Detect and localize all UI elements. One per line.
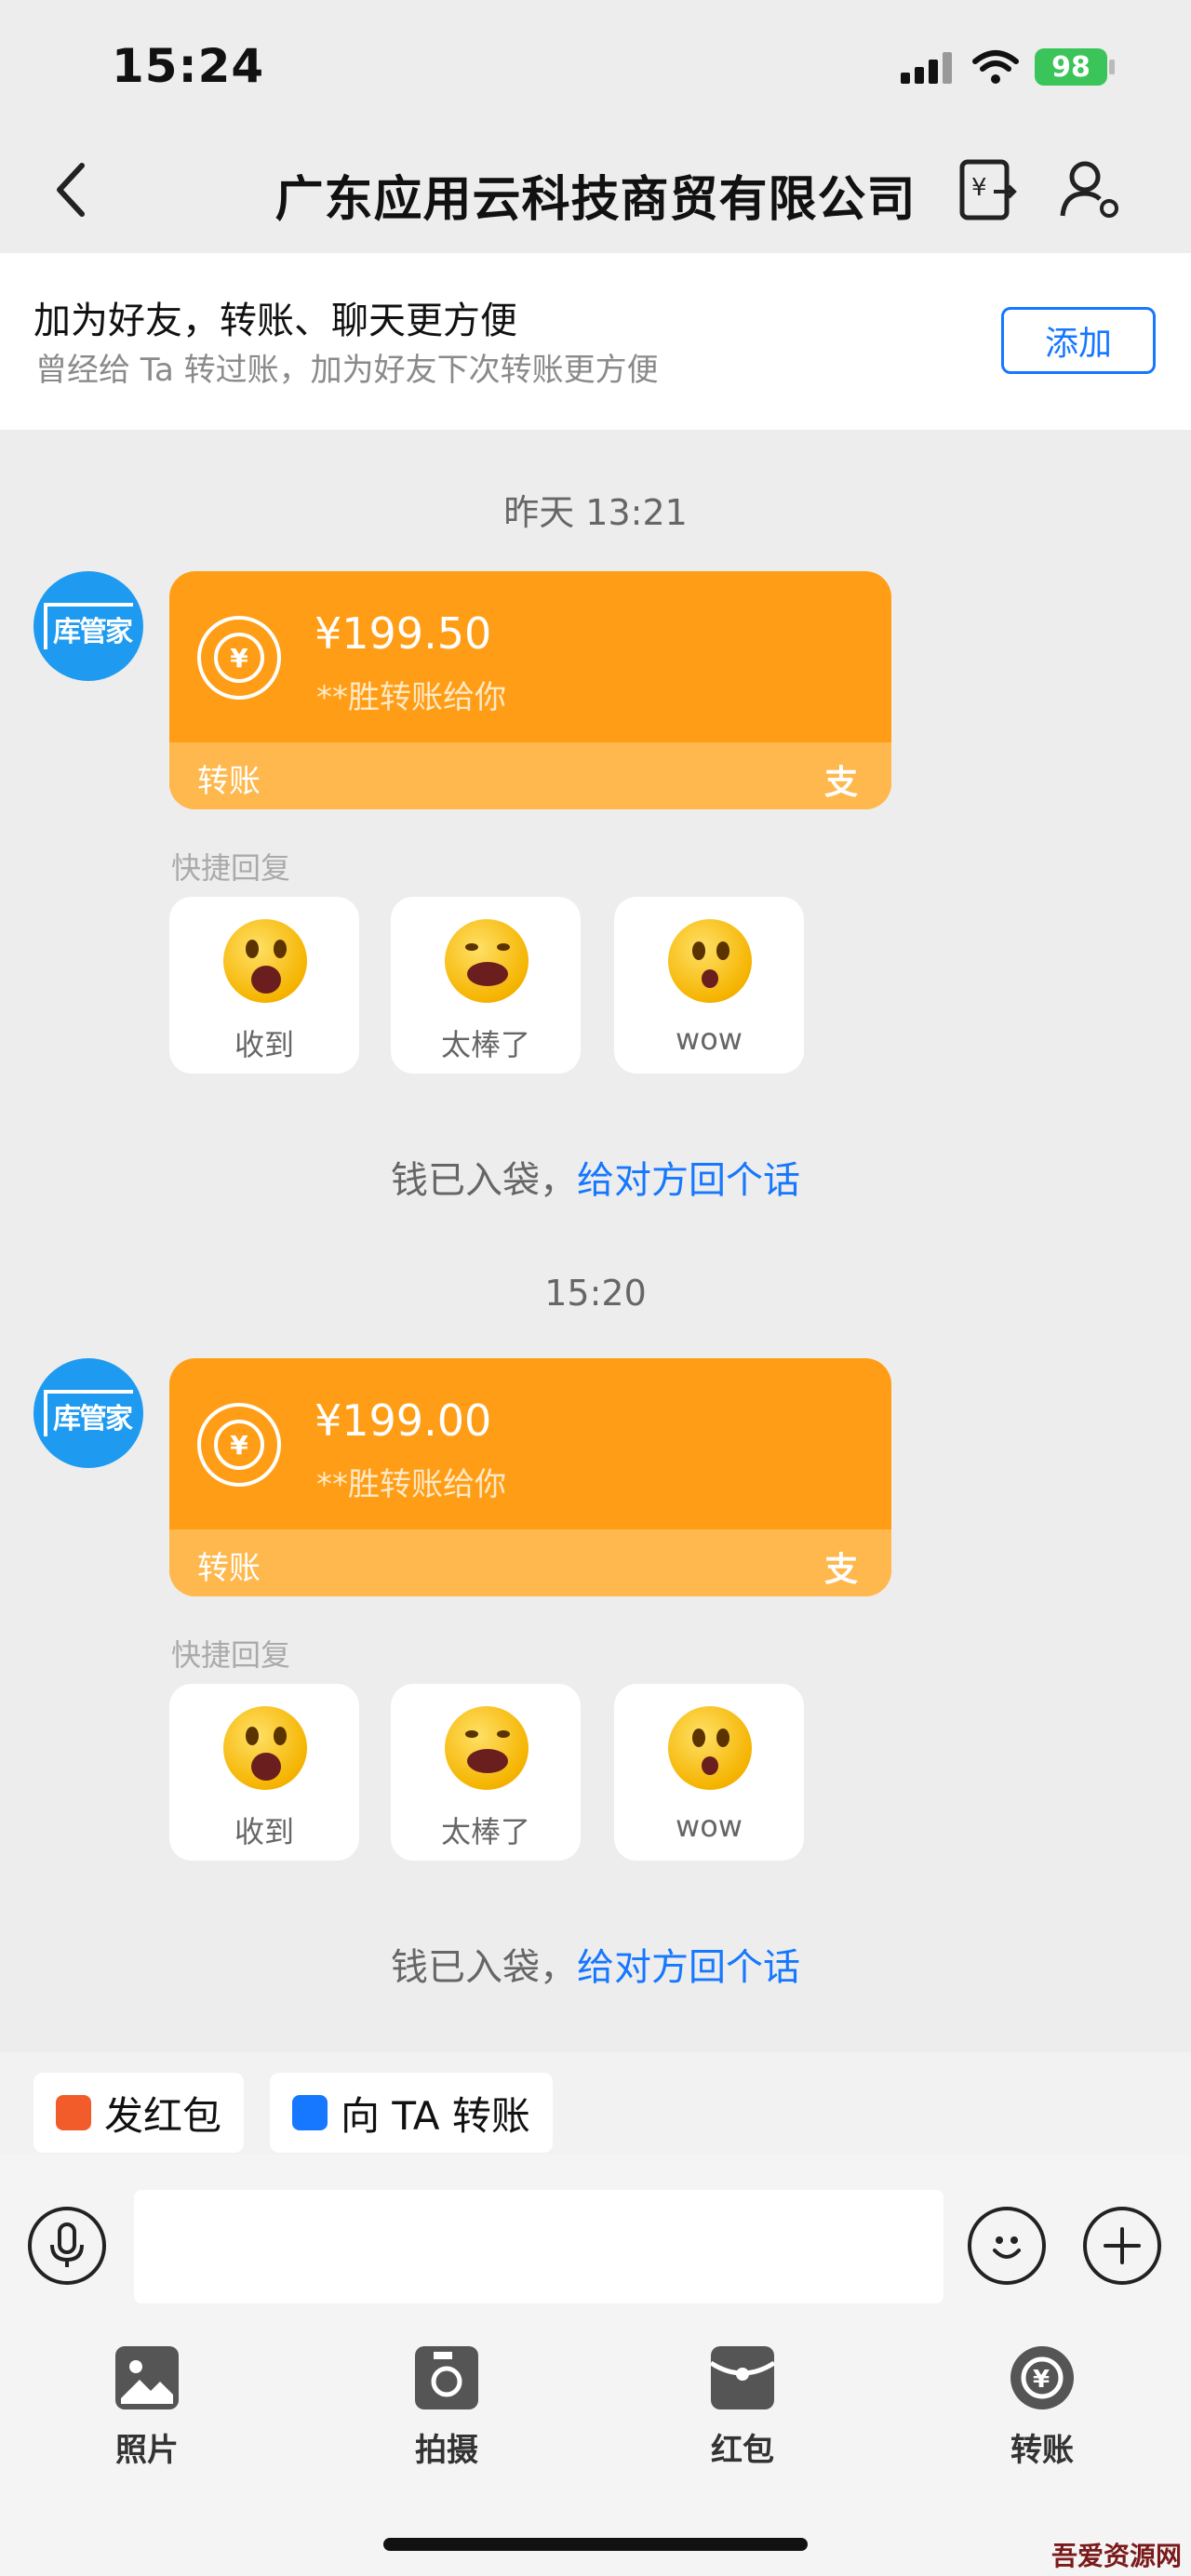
bill-icon[interactable]: ¥ (958, 158, 1018, 221)
tool-label: 拍摄 (415, 2432, 478, 2469)
photo-icon (115, 2346, 179, 2409)
tool-photo[interactable]: 照片 (63, 2346, 231, 2470)
transfer-icon (292, 2095, 328, 2130)
user-settings-icon[interactable] (1057, 156, 1124, 223)
microphone-icon (50, 2222, 84, 2267)
red-packet-label: 发红包 (104, 2092, 222, 2139)
reply-link[interactable]: 给对方回个话 (577, 1159, 800, 1202)
quick-reply-text: 太棒了 (440, 1027, 530, 1062)
transfer-card[interactable]: ¥ ¥199.00 **胜转账给你 转账 支 (169, 1358, 891, 1596)
card-label: 转账 (197, 763, 261, 800)
alipay-icon: 支 (823, 1551, 858, 1589)
battery-cap (1109, 60, 1115, 74)
reply-link[interactable]: 给对方回个话 (577, 1946, 800, 1989)
quick-reply-label: 快捷回复 (171, 850, 291, 886)
send-red-packet-button[interactable]: 发红包 (33, 2073, 245, 2153)
message-timestamp: 昨天 13:21 (503, 492, 688, 533)
banner-subtitle: 曾经给 Ta 转过账，加为好友下次转账更方便 (35, 352, 659, 389)
home-indicator[interactable] (383, 2538, 808, 2551)
reply-prompt: 钱已入袋， (391, 1946, 577, 1989)
tool-label: 照片 (115, 2432, 179, 2469)
watermark: 吾爱资源网 (1050, 2541, 1182, 2571)
surprised-emoji-icon (668, 1706, 752, 1790)
shocked-emoji-icon (223, 1706, 307, 1790)
tool-label: 转账 (1010, 2432, 1074, 2469)
svg-text:¥: ¥ (971, 174, 987, 202)
quick-reply-great[interactable]: 太棒了 (391, 897, 581, 1074)
plus-icon (1104, 2227, 1141, 2264)
avatar[interactable]: 库管家 (33, 571, 143, 681)
red-packet-icon (56, 2095, 91, 2130)
quick-reply-wow[interactable]: wow (614, 1684, 804, 1861)
quick-reply-text: wow (676, 1021, 743, 1057)
transfer-label: 向 TA 转账 (341, 2092, 530, 2139)
transfer-coin-icon: ¥ (1010, 2346, 1074, 2409)
more-button[interactable] (1083, 2207, 1161, 2285)
signal-icon (901, 50, 957, 84)
quick-reply-text: 收到 (234, 1027, 294, 1062)
transfer-amount: ¥199.00 (314, 1395, 492, 1446)
tool-transfer[interactable]: ¥ 转账 (958, 2346, 1126, 2470)
reply-hint: 钱已入袋，给对方回个话 (0, 1937, 1191, 1991)
reply-prompt: 钱已入袋， (391, 1159, 577, 1202)
reply-hint: 钱已入袋，给对方回个话 (0, 1150, 1191, 1204)
transfer-coin-icon: ¥ (197, 616, 281, 700)
quick-reply-text: 收到 (234, 1814, 294, 1849)
alipay-icon: 支 (823, 764, 858, 802)
status-time: 15:24 (112, 39, 265, 93)
card-footer: 转账 支 (169, 1529, 891, 1596)
quick-reply-great[interactable]: 太棒了 (391, 1684, 581, 1861)
quick-reply-label: 快捷回复 (171, 1637, 291, 1673)
add-friend-button[interactable]: 添加 (1001, 307, 1156, 374)
quick-reply-wow[interactable]: wow (614, 897, 804, 1074)
red-packet-icon (709, 2346, 776, 2409)
transfer-sender: **胜转账给你 (316, 679, 506, 716)
wifi-icon (972, 50, 1019, 84)
surprised-emoji-icon (668, 919, 752, 1003)
card-label: 转账 (197, 1550, 261, 1587)
laughing-tears-emoji-icon (445, 1706, 529, 1790)
tool-camera[interactable]: 拍摄 (363, 2346, 530, 2470)
quick-reply-text: wow (676, 1809, 743, 1844)
quick-reply-received[interactable]: 收到 (169, 897, 359, 1074)
card-body: ¥ ¥199.50 **胜转账给你 (169, 571, 891, 742)
avatar-text: 库管家 (44, 603, 133, 649)
battery-indicator: 98 (1035, 48, 1107, 86)
tool-red-packet[interactable]: 红包 (659, 2346, 826, 2470)
transfer-sender: **胜转账给你 (316, 1466, 506, 1503)
transfer-coin-icon: ¥ (197, 1403, 281, 1487)
quick-reply-received[interactable]: 收到 (169, 1684, 359, 1861)
smiley-icon (993, 2236, 1021, 2259)
card-body: ¥ ¥199.00 **胜转账给你 (169, 1358, 891, 1529)
svg-text:¥: ¥ (1033, 2366, 1050, 2394)
transfer-amount: ¥199.50 (314, 608, 492, 659)
message-timestamp: 15:20 (544, 1273, 647, 1314)
tool-label: 红包 (711, 2432, 774, 2469)
laughing-tears-emoji-icon (445, 919, 529, 1003)
quick-reply-text: 太棒了 (440, 1814, 530, 1849)
message-input[interactable] (134, 2190, 943, 2303)
card-footer: 转账 支 (169, 742, 891, 809)
shocked-emoji-icon (223, 919, 307, 1003)
avatar[interactable]: 库管家 (33, 1358, 143, 1468)
emoji-button[interactable] (968, 2207, 1046, 2285)
avatar-text: 库管家 (44, 1390, 133, 1436)
voice-button[interactable] (28, 2207, 106, 2285)
camera-icon (415, 2346, 478, 2409)
transfer-to-ta-button[interactable]: 向 TA 转账 (270, 2073, 553, 2153)
transfer-card[interactable]: ¥ ¥199.50 **胜转账给你 转账 支 (169, 571, 891, 809)
banner-title: 加为好友，转账、聊天更方便 (33, 300, 517, 342)
